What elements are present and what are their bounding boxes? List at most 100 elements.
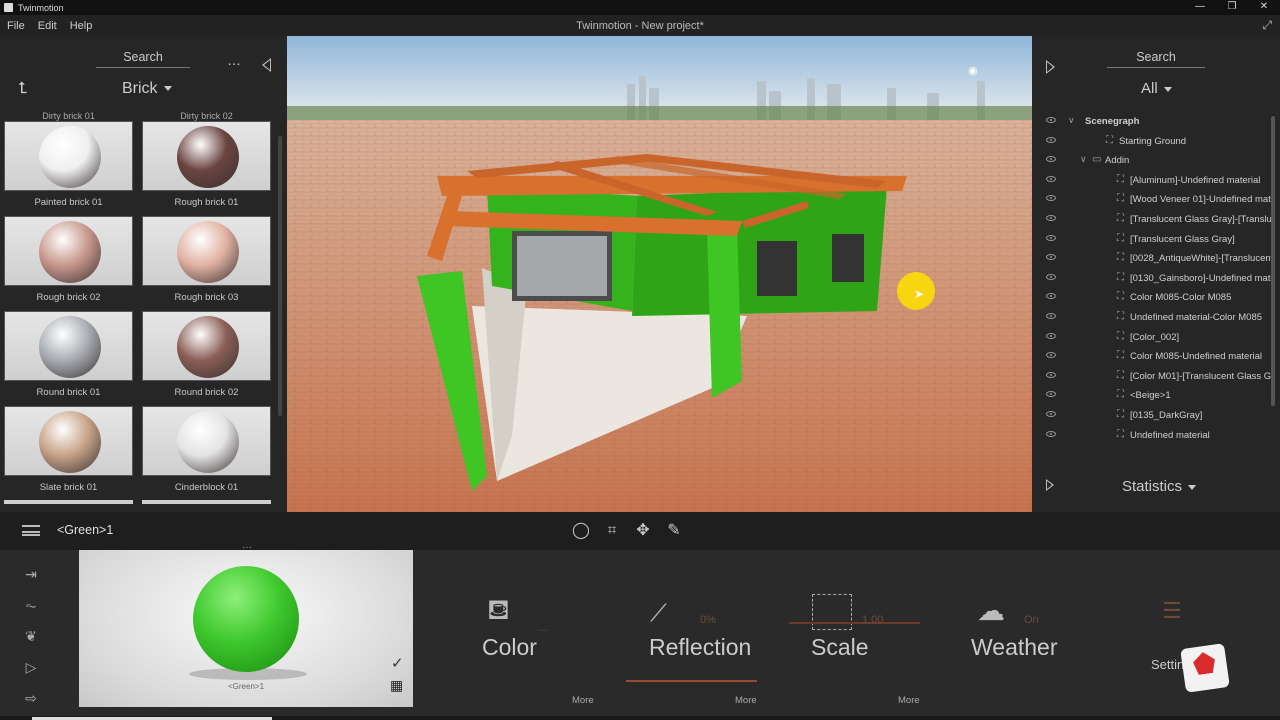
visibility-eye-icon[interactable] — [1046, 293, 1056, 300]
material-tile[interactable] — [142, 216, 271, 286]
visibility-eye-icon[interactable] — [1046, 411, 1056, 417]
menu-help[interactable]: Help — [70, 20, 93, 32]
checkmark-icon[interactable]: ✓ — [391, 654, 404, 672]
scenegraph-item[interactable]: ⛶ [0028_AntiqueWhite]-[Translucent Glass — [1032, 251, 1272, 269]
menu-edit[interactable]: Edit — [38, 20, 57, 32]
paint-bucket-icon[interactable]: ⛾ — [487, 594, 510, 630]
material-preview[interactable]: ··· <Green>1 ✓ ▦ — [79, 542, 413, 707]
library-scrollbar[interactable] — [278, 136, 282, 416]
menu-file[interactable]: File — [7, 20, 25, 32]
library-search[interactable]: Search — [96, 50, 190, 68]
title-bar: Twinmotion — ❐ ✕ — [0, 0, 1280, 15]
hamburger-menu-icon[interactable] — [22, 525, 40, 536]
material-tile-partial[interactable] — [142, 500, 271, 504]
scenegraph-item[interactable]: ⛶ [0130_Gainsboro]-Undefined material — [1032, 271, 1272, 289]
move-tool-icon[interactable]: ✥ — [632, 520, 654, 542]
material-sphere — [193, 566, 299, 672]
material-tile[interactable] — [142, 121, 271, 191]
scenegraph-item[interactable]: ∨ Scenegraph — [1032, 114, 1272, 132]
visibility-eye-icon[interactable] — [1046, 254, 1056, 261]
media-icon[interactable]: ▷ — [18, 657, 44, 677]
visibility-eye-icon[interactable] — [1046, 215, 1056, 221]
3d-viewport[interactable]: ◉ ➤ — [287, 36, 1032, 512]
visibility-eye-icon[interactable] — [1046, 234, 1056, 241]
visibility-eye-icon[interactable] — [1046, 391, 1056, 398]
library-category-dropdown[interactable]: Brick — [122, 80, 172, 98]
view-eye-icon[interactable]: ◉ — [968, 64, 978, 77]
visibility-eye-icon[interactable] — [1046, 332, 1056, 339]
scenegraph-item[interactable]: ⛶ Undefined material — [1032, 428, 1272, 446]
scenegraph-item[interactable]: ⛶ <Beige>1 — [1032, 388, 1272, 406]
statistics-dropdown[interactable]: Statistics — [1122, 478, 1197, 495]
scenegraph-item-label: <Beige>1 — [1130, 390, 1171, 402]
visibility-eye-icon[interactable] — [1046, 313, 1056, 319]
drag-handle-icon[interactable]: ··· — [242, 542, 252, 553]
export-icon[interactable]: ⇨ — [18, 688, 44, 708]
material-sphere — [177, 411, 239, 473]
settings-sliders-icon[interactable]: ☰ — [1162, 598, 1182, 624]
collapse-scene-panel-icon[interactable] — [1046, 60, 1055, 74]
restore-button[interactable]: ❐ — [1216, 0, 1248, 15]
library-more-icon[interactable]: … — [227, 52, 242, 68]
scenegraph-item[interactable]: ⛶ Color M085-Undefined material — [1032, 349, 1272, 367]
scenegraph-item[interactable]: ⛶ Starting Ground — [1032, 134, 1272, 152]
minimize-button[interactable]: — — [1184, 0, 1216, 15]
scenegraph-item[interactable]: ⛶ [Wood Veneer 01]-Undefined material — [1032, 192, 1272, 210]
visibility-eye-icon[interactable] — [1046, 195, 1056, 202]
color-more-button[interactable]: More — [572, 695, 594, 706]
import-icon[interactable]: ⇥ — [18, 564, 44, 584]
scale-button[interactable]: Scale — [811, 634, 869, 661]
visibility-eye-icon[interactable] — [1046, 352, 1056, 359]
weather-button[interactable]: Weather — [971, 634, 1058, 661]
scenegraph-item[interactable]: ⛶ [Aluminum]-Undefined material — [1032, 173, 1272, 191]
visibility-eye-icon[interactable] — [1046, 430, 1056, 437]
material-label: Painted brick 01 — [34, 197, 103, 208]
visibility-eye-icon[interactable] — [1046, 273, 1056, 280]
material-sphere — [39, 411, 101, 473]
visibility-eye-icon[interactable] — [1046, 175, 1056, 182]
visibility-eye-icon[interactable] — [1046, 156, 1056, 163]
reflection-button[interactable]: Reflection — [649, 634, 751, 661]
scale-slider[interactable] — [789, 622, 920, 624]
visibility-eye-icon[interactable] — [1046, 117, 1056, 123]
scenegraph-item[interactable]: ⛶ Color M085-Color M085 — [1032, 290, 1272, 308]
expand-chevron-icon[interactable]: ∨ — [1068, 115, 1075, 126]
statistics-toggle-icon[interactable] — [1046, 479, 1054, 491]
scene-filter-dropdown[interactable]: All — [1141, 80, 1172, 97]
scenegraph-item[interactable]: ⛶ [0135_DarkGray] — [1032, 408, 1272, 426]
visibility-eye-icon[interactable] — [1046, 371, 1056, 378]
scenegraph-item[interactable]: ⛶ [Color M01]-[Translucent Glass Gray] — [1032, 369, 1272, 387]
scenegraph-item[interactable]: ⛶ [Color_002] — [1032, 330, 1272, 348]
material-tile[interactable] — [4, 311, 133, 381]
scenegraph-item[interactable]: ⛶ Undefined material-Color M085 — [1032, 310, 1272, 328]
close-button[interactable]: ✕ — [1248, 0, 1280, 15]
material-tile[interactable] — [142, 406, 271, 476]
scenegraph-item[interactable]: ∨ ▭ Addin — [1032, 153, 1272, 171]
leaf-icon[interactable]: ❦ — [18, 626, 44, 646]
fullscreen-icon[interactable]: ⤢ — [1262, 18, 1272, 33]
object-icon: ⛶ — [1117, 232, 1124, 244]
select-tool-icon[interactable]: ◯ — [570, 520, 592, 542]
material-tile[interactable] — [142, 311, 271, 381]
visibility-eye-icon[interactable] — [1046, 136, 1056, 143]
grid-icon[interactable]: ▦ — [390, 677, 403, 694]
scenegraph-scrollbar[interactable] — [1271, 116, 1275, 406]
material-tile[interactable] — [4, 216, 133, 286]
scale-more-button[interactable]: More — [898, 695, 920, 706]
window-controls: — ❐ ✕ — [1184, 0, 1280, 15]
expand-chevron-icon[interactable]: ∨ — [1080, 154, 1087, 165]
material-tile[interactable] — [4, 406, 133, 476]
collapse-library-icon[interactable] — [262, 58, 271, 72]
reflection-more-button[interactable]: More — [735, 695, 757, 706]
scenegraph-item[interactable]: ⛶ [Translucent Glass Gray] — [1032, 232, 1272, 250]
material-tile[interactable] — [4, 121, 133, 191]
pattern-tool-icon[interactable]: ⌗ — [601, 520, 623, 542]
scenegraph-item[interactable]: ⛶ [Translucent Glass Gray]-[Translucent G — [1032, 212, 1272, 230]
material-tile-partial[interactable] — [4, 500, 133, 504]
eyedropper-tool-icon[interactable]: ✎ — [663, 520, 685, 542]
back-arrow-icon[interactable]: ⮤ — [18, 80, 27, 98]
reflection-slider[interactable] — [626, 680, 757, 682]
color-button[interactable]: Color — [482, 634, 537, 661]
scene-search[interactable]: Search — [1107, 50, 1205, 68]
context-icon[interactable]: ⏦ — [18, 595, 44, 615]
